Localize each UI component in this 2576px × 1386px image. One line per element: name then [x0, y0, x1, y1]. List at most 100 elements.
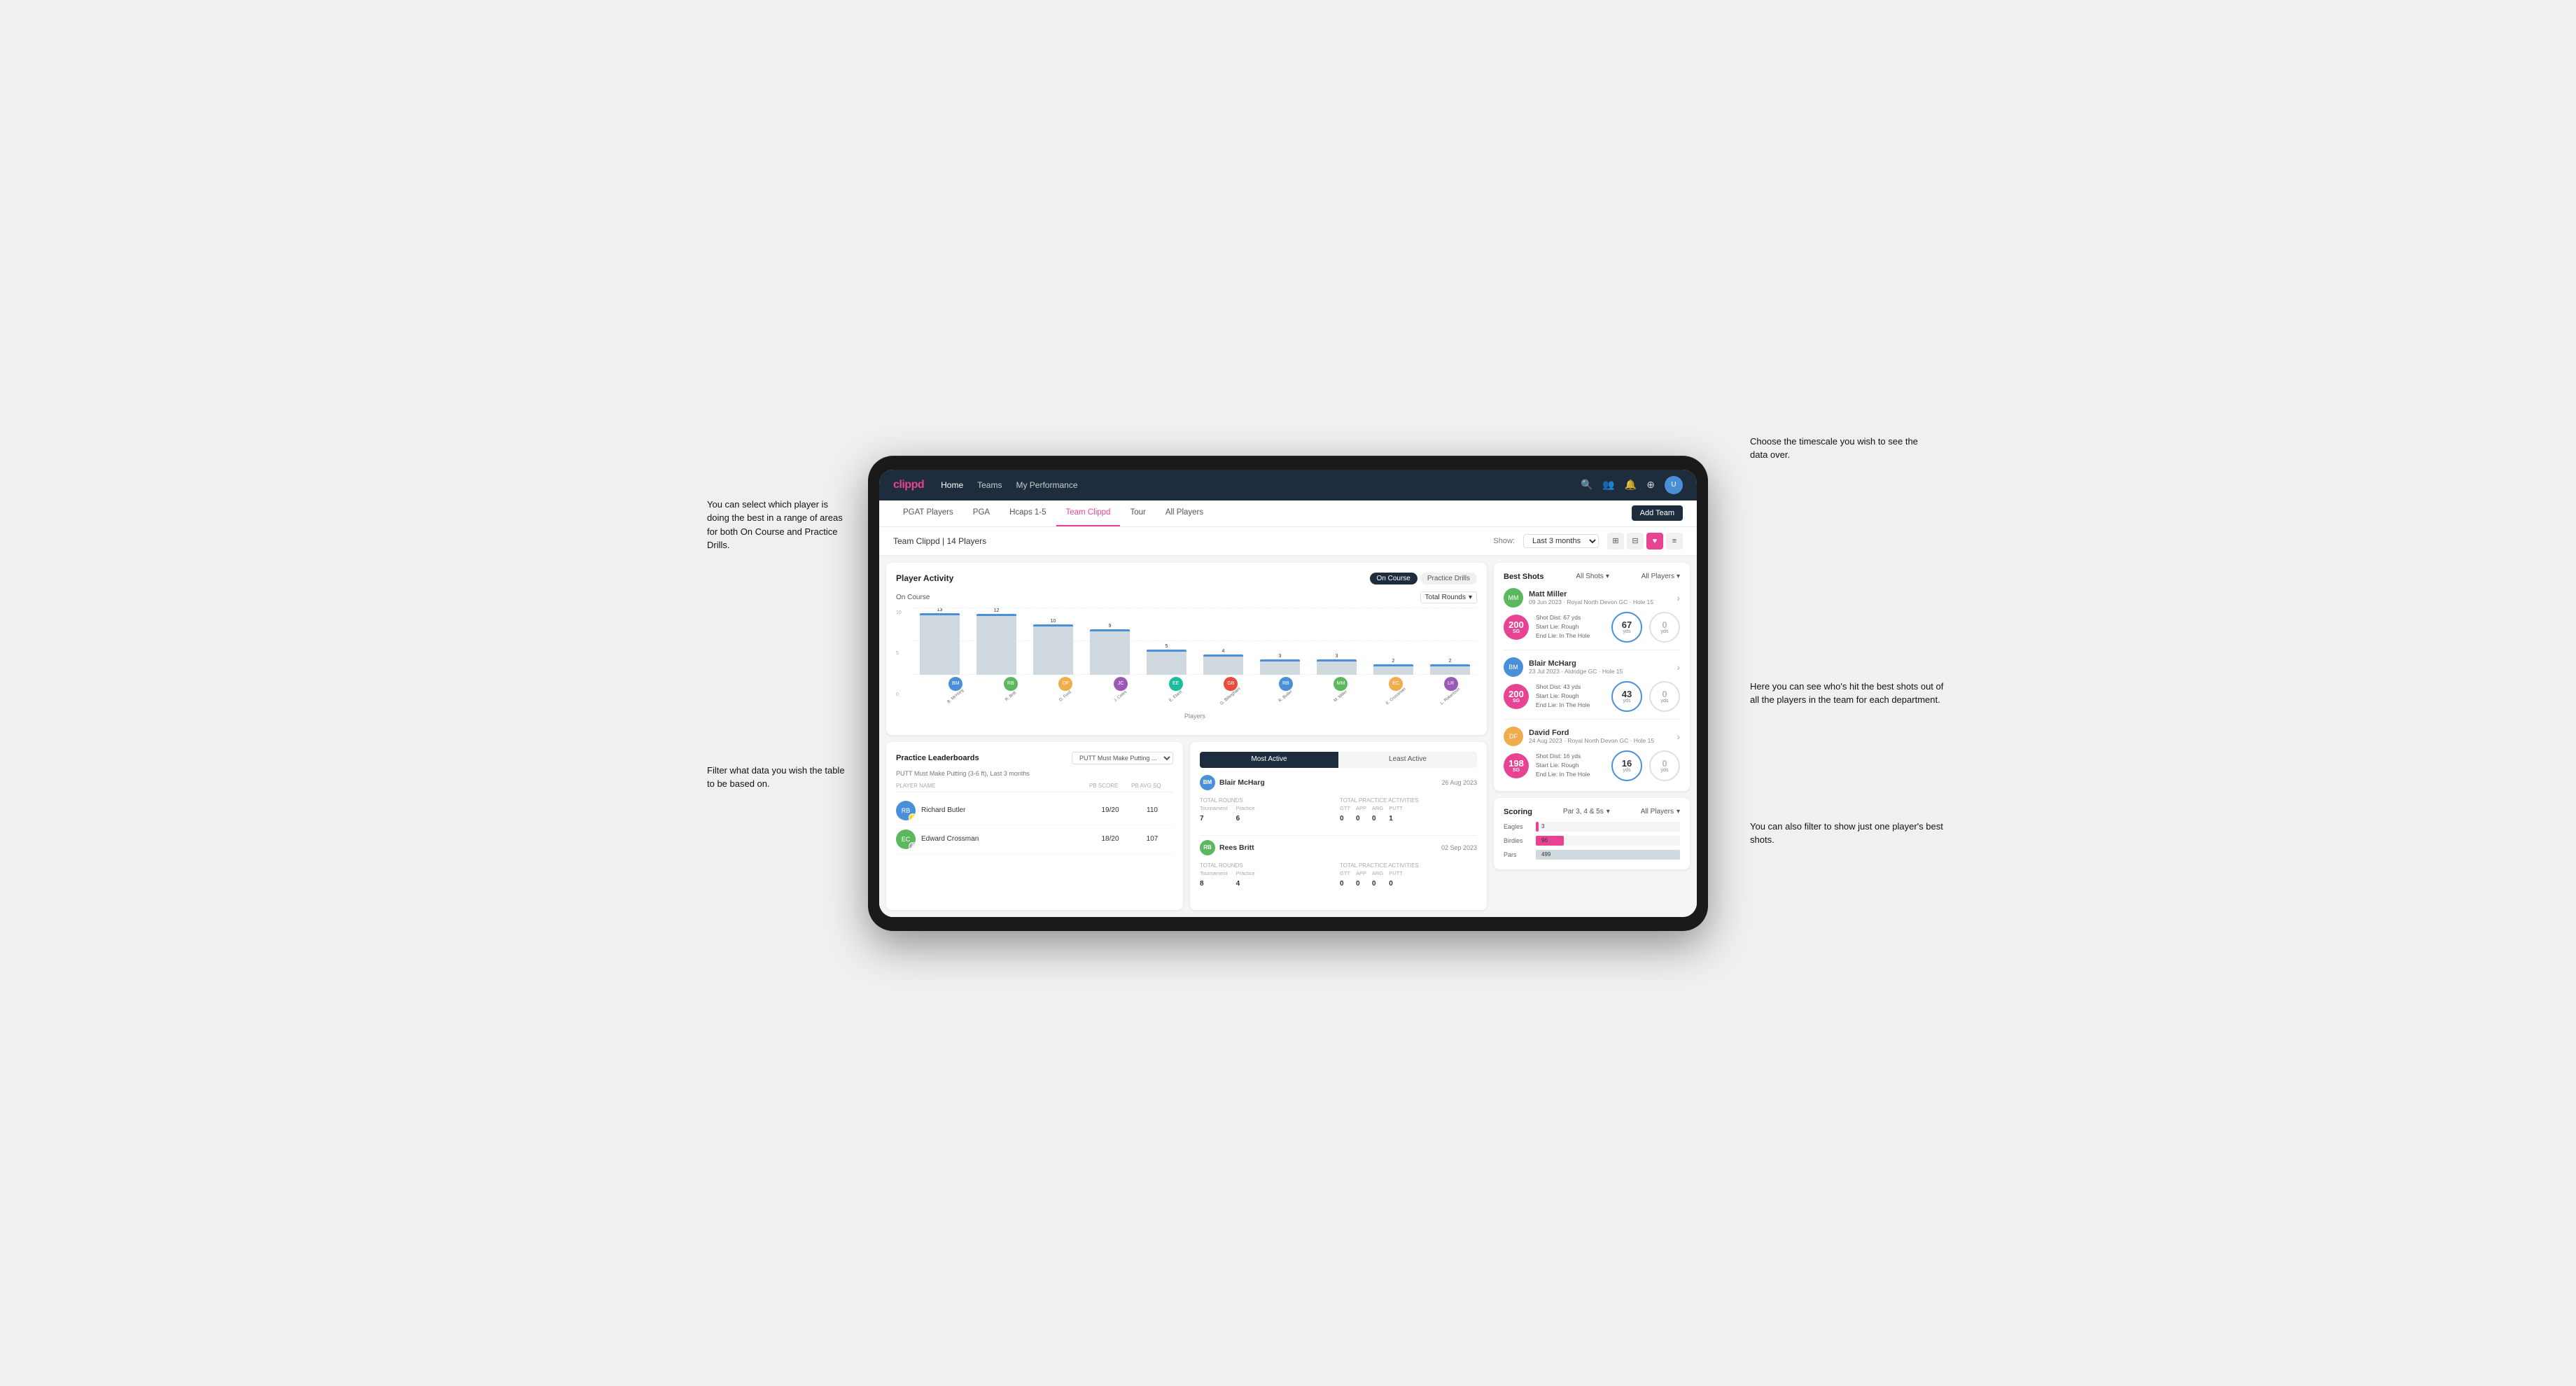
tablet-shell: clippd Home Teams My Performance 🔍 👥 🔔 ⊕…	[868, 456, 1708, 931]
sub-tab-hcaps[interactable]: Hcaps 1-5	[1000, 500, 1056, 526]
player-name-2: Edward Crossman	[921, 835, 979, 843]
stat-group-rounds-2: Total Rounds Tournament 8 Practice	[1200, 860, 1337, 892]
bar-value-3: 10	[1051, 619, 1056, 624]
map-stats-1: Total Rounds Tournament 7 Practice	[1200, 794, 1477, 827]
annotation-bottom-right: You can also filter to show just one pla…	[1750, 820, 1946, 847]
shot-date-2: 23 Jul 2023	[1529, 668, 1560, 675]
shot-end-3: End Lie: In The Hole	[1536, 770, 1604, 779]
scoring-label-pars: Pars	[1504, 851, 1532, 858]
nav-link-my-performance[interactable]: My Performance	[1016, 480, 1077, 490]
bar-value-8: 3	[1336, 654, 1338, 659]
bar-group-1: 13	[913, 608, 967, 675]
bar-highlight-8	[1317, 659, 1357, 662]
bar-highlight-2	[976, 614, 1017, 616]
scoring-title: Scoring	[1504, 808, 1532, 816]
shot-chevron-1[interactable]: ›	[1676, 592, 1680, 603]
col-pb-score: PB SCORE	[1089, 783, 1131, 789]
shot-dist-2: Shot Dist: 43 yds	[1536, 682, 1604, 692]
sub-tab-pgat[interactable]: PGAT Players	[893, 500, 963, 526]
most-active-player-1: BM Blair McHarg 26 Aug 2023 Total Rounds	[1200, 775, 1477, 827]
leaderboard-subtitle: PUTT Must Make Putting (3-6 ft), Last 3 …	[896, 770, 1173, 777]
bar-value-10: 2	[1449, 659, 1452, 664]
search-icon[interactable]: 🔍	[1581, 479, 1592, 491]
bell-icon[interactable]: 🔔	[1625, 479, 1637, 491]
map-name-2: RB Rees Britt	[1200, 840, 1254, 855]
time-select[interactable]: Last 3 months Last 6 months Last year	[1523, 534, 1599, 548]
shot-course-name-2: Aldridge GC	[1564, 668, 1597, 675]
shot-chevron-3[interactable]: ›	[1676, 731, 1680, 742]
team-name: Team Clippd | 14 Players	[893, 536, 986, 546]
shot-metric-num-2: 43	[1622, 690, 1632, 699]
app-label: APP	[1356, 805, 1366, 811]
bottom-panels: Practice Leaderboards PUTT Must Make Put…	[886, 742, 1487, 910]
map-name-1: BM Blair McHarg	[1200, 775, 1265, 790]
practice-value-2: 4	[1236, 880, 1240, 888]
shot-avatar-1: MM	[1504, 588, 1523, 608]
player-activity-panel: Player Activity On Course Practice Drill…	[886, 563, 1487, 735]
view-list-icon[interactable]: ≡	[1666, 533, 1683, 550]
practice-leaderboards-panel: Practice Leaderboards PUTT Must Make Put…	[886, 742, 1183, 910]
view-grid2-icon[interactable]: ⊞	[1607, 533, 1624, 550]
shot-metric-2: 43 yds	[1611, 681, 1642, 712]
view-grid4-icon[interactable]: ⊟	[1627, 533, 1644, 550]
shot-details-1: 200 SG Shot Dist: 67 yds Start Lie: Roug…	[1504, 612, 1680, 643]
page-wrapper: You can select which player is doing the…	[868, 456, 1708, 931]
bar-avatar-9: EC E. Crossman	[1370, 677, 1422, 699]
bar-group-5: 5	[1140, 608, 1194, 675]
scoring-filter-label-2: All Players	[1641, 808, 1674, 816]
shot-player-info-1: MM Matt Miller 09 Jun 2023 · Royal North…	[1504, 588, 1653, 608]
putt-value-1: 1	[1389, 815, 1393, 822]
shot-name-1: Matt Miller	[1529, 590, 1653, 598]
scoring-filter-2[interactable]: All Players ▾	[1641, 808, 1680, 816]
bar-group-7: 3	[1253, 608, 1307, 675]
players-filter[interactable]: All Players ▾	[1642, 573, 1680, 580]
bar-value-7: 3	[1279, 654, 1282, 659]
sub-tab-tour[interactable]: Tour	[1120, 500, 1155, 526]
most-active-tab[interactable]: Most Active	[1200, 752, 1338, 768]
gtt-stat-2: GTT 0	[1340, 870, 1350, 889]
scoring-bar-num-birdies: 96	[1541, 837, 1548, 844]
bar-highlight-7	[1260, 659, 1301, 662]
leaderboard-columns: PLAYER NAME PB SCORE PB AVG SQ	[896, 783, 1173, 792]
people-icon[interactable]: 👥	[1602, 479, 1614, 491]
bars-relative: 13 12	[913, 608, 1477, 697]
shot-metric-zero-num-2: 0	[1662, 690, 1667, 699]
map-header-1: BM Blair McHarg 26 Aug 2023	[1200, 775, 1477, 790]
least-active-tab[interactable]: Least Active	[1338, 752, 1477, 768]
sub-tab-team-clippd[interactable]: Team Clippd	[1056, 500, 1121, 526]
most-active-player-2: RB Rees Britt 02 Sep 2023 Total Rounds	[1200, 840, 1477, 892]
bar-10	[1430, 664, 1471, 674]
on-course-tab[interactable]: On Course	[1370, 573, 1418, 584]
user-avatar[interactable]: U	[1665, 476, 1683, 494]
bar-avatar-8: MM M. Miller	[1315, 677, 1367, 699]
add-team-button[interactable]: Add Team	[1632, 505, 1683, 521]
bar-2	[976, 614, 1017, 674]
shot-avatar-3: DF	[1504, 727, 1523, 746]
chart-dropdown[interactable]: Total Rounds ▾	[1420, 592, 1477, 603]
gtt-value-1: 0	[1340, 815, 1344, 822]
shot-metric-num-1: 67	[1622, 620, 1632, 629]
shots-filter[interactable]: All Shots ▾	[1576, 573, 1609, 580]
leaderboard-dropdown[interactable]: PUTT Must Make Putting ...	[1072, 752, 1173, 764]
view-heart-icon[interactable]: ♥	[1646, 533, 1663, 550]
shot-chevron-2[interactable]: ›	[1676, 662, 1680, 673]
nav-icons: 🔍 👥 🔔 ⊕ U	[1581, 476, 1683, 494]
nav-link-teams[interactable]: Teams	[977, 480, 1002, 490]
shot-player-details-2: Blair McHarg 23 Jul 2023 · Aldridge GC ·…	[1529, 659, 1623, 675]
bar-value-5: 5	[1166, 644, 1168, 649]
map-stats-2: Total Rounds Tournament 8 Practice	[1200, 860, 1477, 892]
chevron-down-scoring-icon: ▾	[1606, 808, 1610, 816]
sub-tab-pga[interactable]: PGA	[963, 500, 1000, 526]
stat-group-practice-2: Total Practice Activities GTT 0 APP	[1340, 860, 1477, 892]
shot-badge-3: 198 SG	[1504, 753, 1529, 778]
shot-badge-sub-2: SG	[1513, 699, 1520, 704]
sub-tab-all-players[interactable]: All Players	[1156, 500, 1213, 526]
shot-badge-sub-1: SG	[1513, 629, 1520, 634]
scoring-filter-1[interactable]: Par 3, 4 & 5s ▾	[1563, 808, 1610, 816]
plus-circle-icon[interactable]: ⊕	[1646, 479, 1655, 491]
practice-drills-tab[interactable]: Practice Drills	[1420, 573, 1477, 584]
nav-link-home[interactable]: Home	[941, 480, 963, 490]
chart-area: On Course Total Rounds ▾ 0 5	[896, 592, 1477, 720]
shot-start-3: Start Lie: Rough	[1536, 761, 1604, 770]
bar-name-5: E. Ebert	[1168, 690, 1182, 703]
